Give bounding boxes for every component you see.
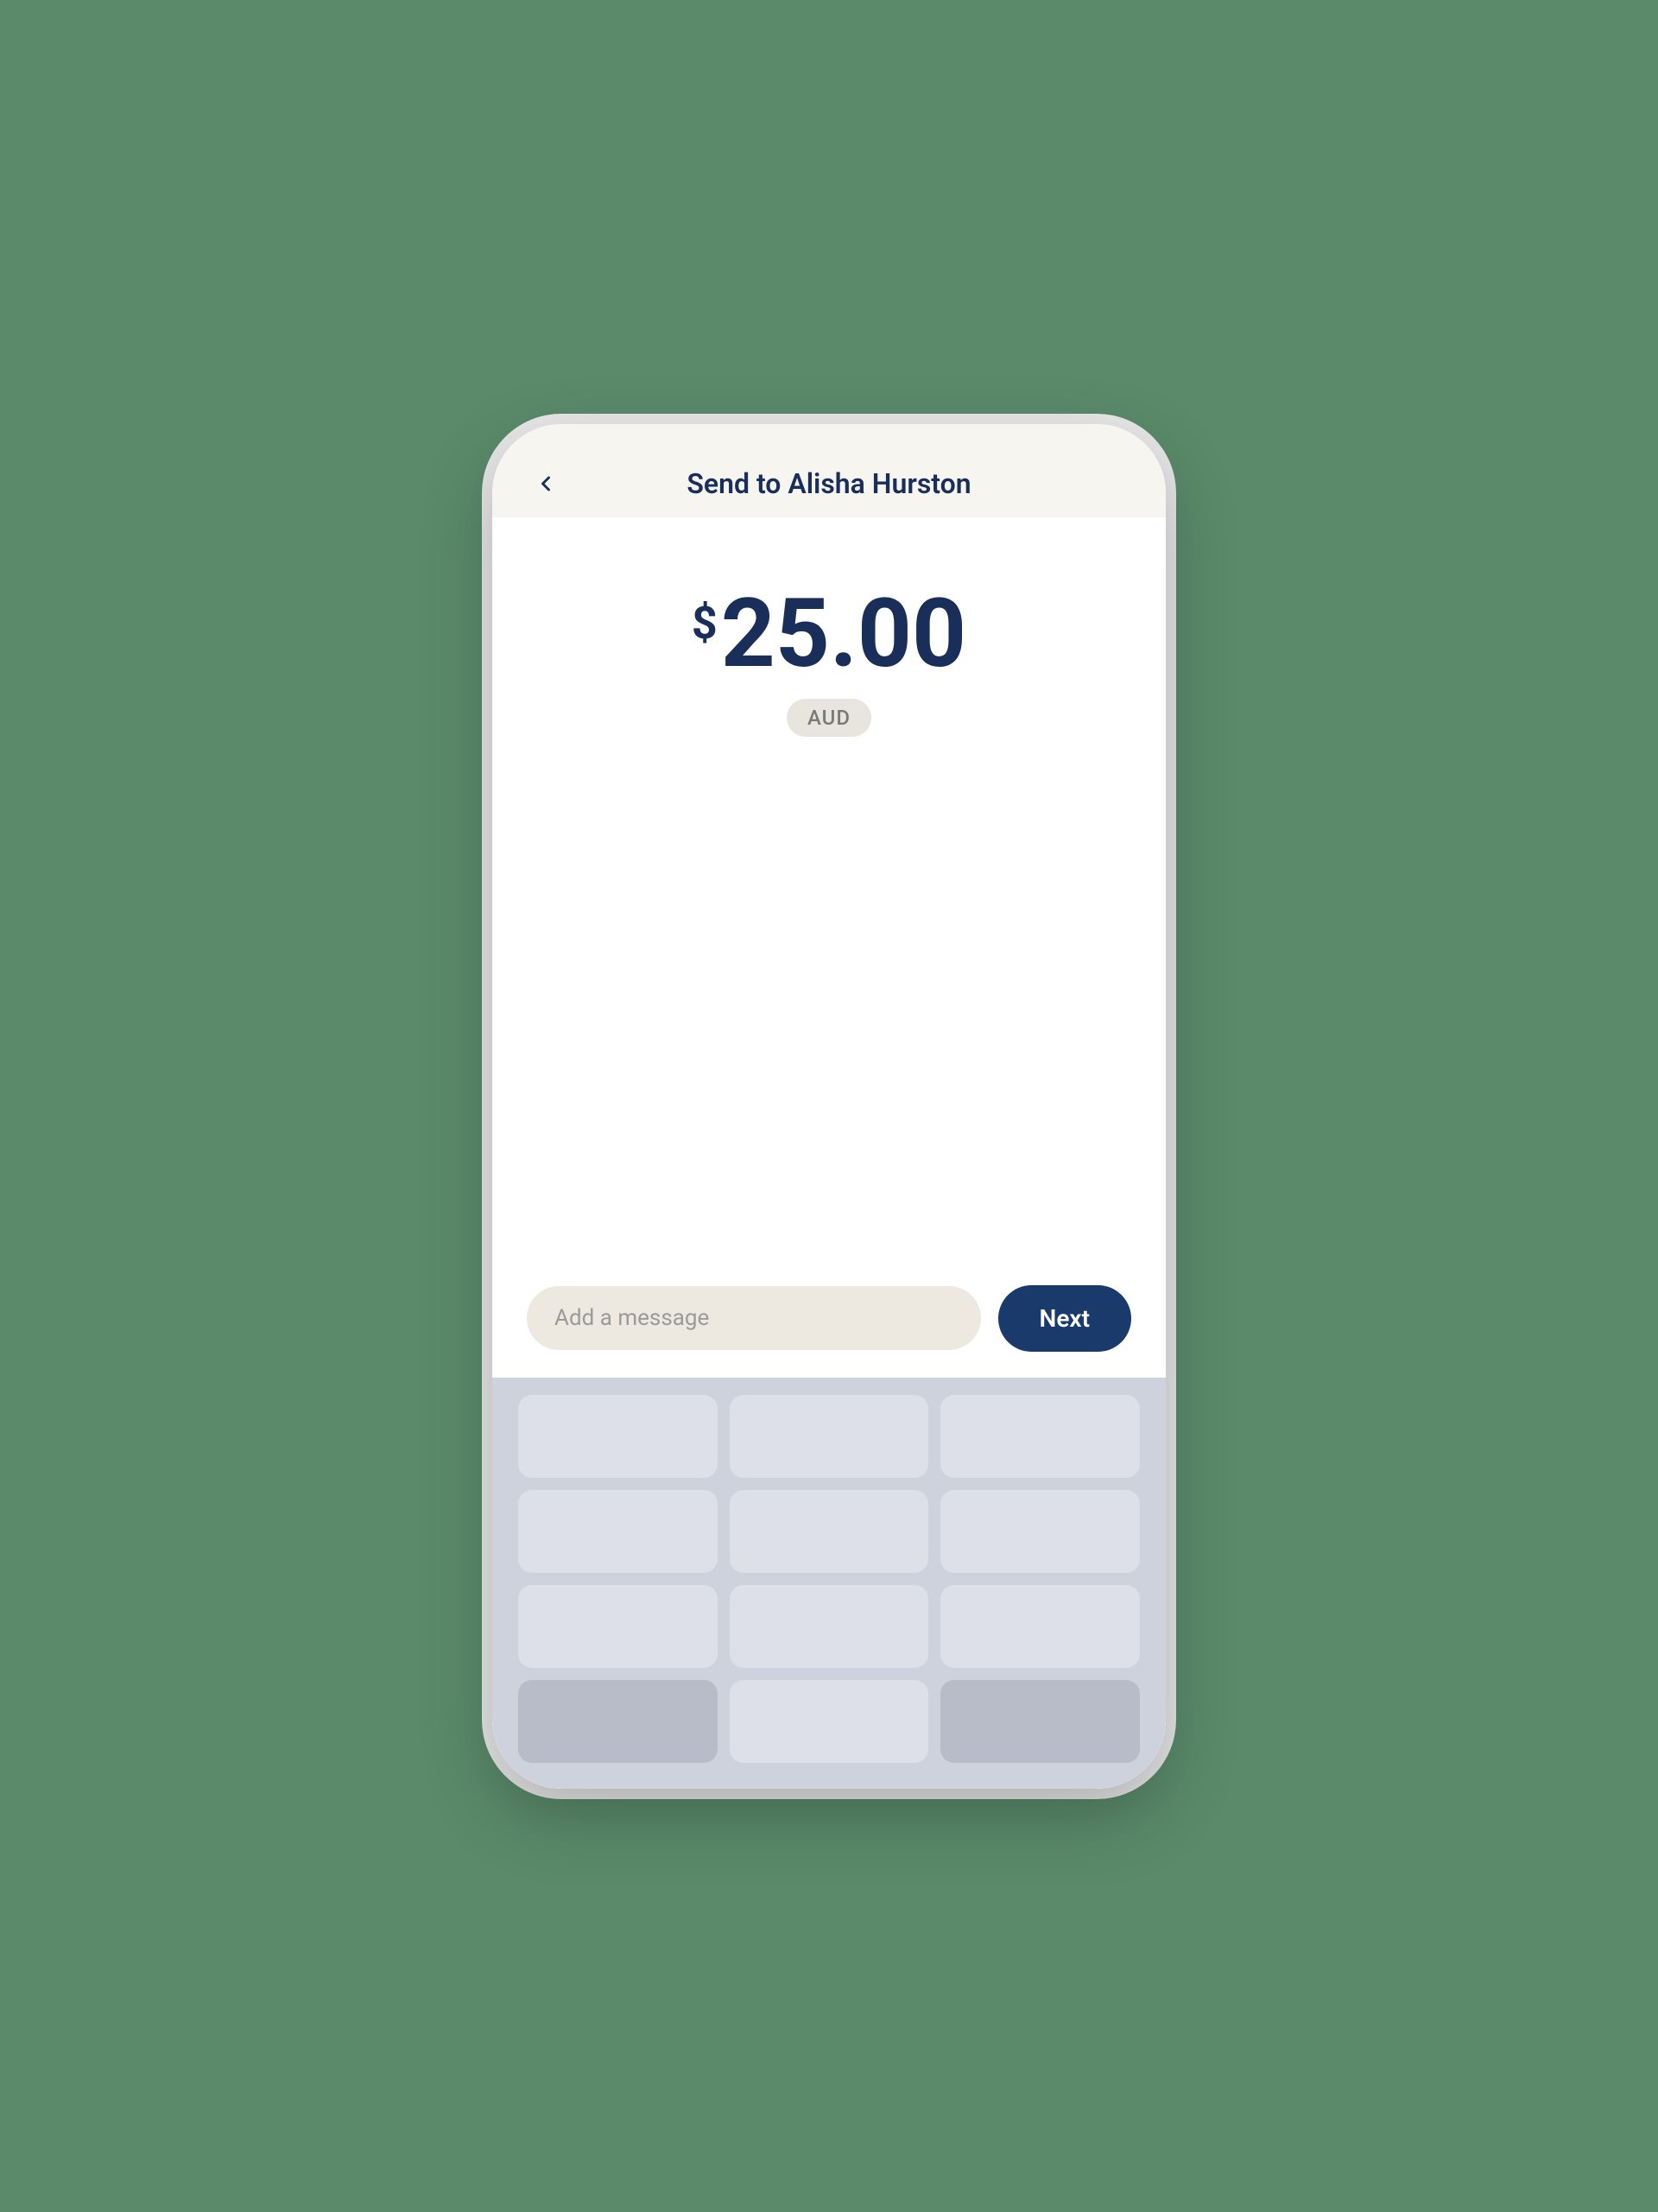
currency-badge[interactable]: AUD (787, 699, 871, 737)
phone-frame: Send to Alisha Hurston $ 25.00 AUD Next (492, 424, 1166, 1789)
key-1[interactable] (518, 1395, 718, 1478)
key-3[interactable] (940, 1395, 1140, 1478)
key-7[interactable] (518, 1585, 718, 1668)
next-button[interactable]: Next (998, 1285, 1131, 1352)
amount-container: $ 25.00 AUD (692, 586, 966, 737)
key-dot[interactable] (518, 1680, 718, 1763)
amount-value: 25.00 (721, 586, 966, 681)
currency-symbol: $ (692, 597, 718, 650)
key-6[interactable] (940, 1490, 1140, 1573)
key-5[interactable] (730, 1490, 929, 1573)
header: Send to Alisha Hurston (492, 424, 1166, 517)
key-8[interactable] (730, 1585, 929, 1668)
key-0[interactable] (730, 1680, 929, 1763)
keyboard-grid (518, 1395, 1140, 1763)
screen: Send to Alisha Hurston $ 25.00 AUD Next (492, 424, 1166, 1789)
main-content: $ 25.00 AUD (492, 517, 1166, 1268)
message-input[interactable] (527, 1286, 981, 1350)
key-2[interactable] (730, 1395, 929, 1478)
bottom-action-area: Next (492, 1268, 1166, 1378)
key-backspace[interactable] (940, 1680, 1140, 1763)
key-4[interactable] (518, 1490, 718, 1573)
back-arrow-icon (534, 472, 558, 496)
key-9[interactable] (940, 1585, 1140, 1668)
currency-label: AUD (807, 706, 851, 730)
page-title: Send to Alisha Hurston (687, 467, 971, 500)
amount-display: $ 25.00 (692, 586, 966, 681)
back-button[interactable] (527, 465, 565, 503)
keyboard-area (492, 1378, 1166, 1789)
